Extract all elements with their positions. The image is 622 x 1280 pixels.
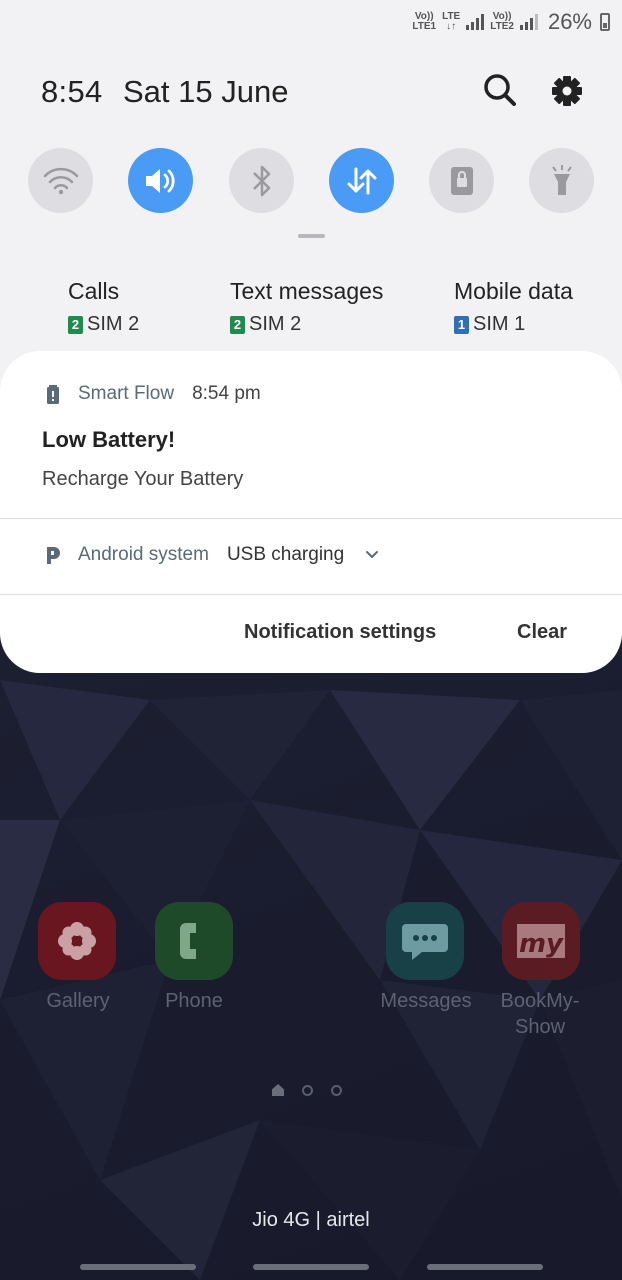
screen-lock-toggle[interactable] bbox=[429, 148, 494, 213]
signal-icon bbox=[466, 14, 485, 30]
speaker-icon bbox=[145, 168, 175, 193]
sim-calls-setting[interactable]: Calls 2 SIM 2 bbox=[68, 278, 139, 336]
clear-button[interactable]: Clear bbox=[517, 621, 567, 644]
app-label-bookmyshow: BookMy- Show bbox=[485, 988, 595, 1040]
notification-app-name: Android system bbox=[78, 544, 209, 565]
phone-app-icon[interactable] bbox=[155, 902, 233, 980]
page-dot[interactable] bbox=[302, 1084, 313, 1096]
app-label-bookmyshow-line2: Show bbox=[514, 1016, 566, 1038]
rotation-lock-icon bbox=[450, 166, 473, 195]
wifi-toggle[interactable] bbox=[28, 148, 93, 213]
flashlight-icon bbox=[551, 164, 572, 195]
carrier-label: Jio 4G | airtel bbox=[252, 1209, 370, 1231]
nav-home-bar[interactable] bbox=[253, 1264, 369, 1270]
gallery-app-icon[interactable] bbox=[38, 902, 116, 980]
sim-mobile-data-setting[interactable]: Mobile data 1 SIM 1 bbox=[454, 278, 573, 336]
sim-setting-value: SIM 2 bbox=[87, 313, 140, 335]
notification-body: Recharge Your Battery bbox=[42, 468, 244, 490]
lte-status: LTE ↓↑ bbox=[442, 12, 460, 32]
quick-toggles bbox=[28, 148, 598, 214]
clock: 8:54 bbox=[41, 74, 103, 109]
sim-setting-title: Calls bbox=[68, 278, 120, 304]
settings-button[interactable] bbox=[546, 70, 588, 112]
data-arrows-icon: ↓↑ bbox=[446, 21, 457, 32]
sim1-badge-icon: 1 bbox=[454, 315, 469, 334]
notification-time: 8:54 pm bbox=[192, 383, 261, 404]
flower-icon bbox=[58, 922, 96, 960]
app-label-gallery: Gallery bbox=[46, 990, 110, 1012]
notification-android-system[interactable]: Android system USB charging bbox=[0, 519, 622, 594]
home-page-dot[interactable] bbox=[272, 1084, 284, 1096]
sim-text-messages-setting[interactable]: Text messages 2 SIM 2 bbox=[230, 278, 383, 336]
svg-text:my: my bbox=[519, 929, 564, 959]
sim2-status: Vo)) LTE2 bbox=[490, 12, 514, 32]
app-label-messages: Messages bbox=[380, 990, 472, 1012]
handset-icon bbox=[180, 923, 196, 959]
messages-app-icon[interactable] bbox=[386, 902, 464, 980]
panel-expand-handle[interactable] bbox=[298, 234, 325, 238]
mobile-data-toggle[interactable] bbox=[329, 148, 394, 213]
signal-icon bbox=[519, 14, 538, 30]
notification-title: Low Battery! bbox=[42, 427, 176, 452]
status-bar: Vo)) LTE1 LTE ↓↑ Vo)) LTE2 26% bbox=[412, 8, 610, 36]
wifi-icon bbox=[43, 167, 78, 194]
bookmyshow-app-icon[interactable]: my bbox=[502, 902, 580, 980]
app-label-phone: Phone bbox=[165, 990, 223, 1012]
android-system-icon bbox=[47, 547, 60, 564]
sim-setting-title: Text messages bbox=[230, 278, 384, 304]
chat-bubble-icon bbox=[402, 924, 448, 960]
app-label-bookmyshow-line1: BookMy- bbox=[500, 990, 580, 1012]
notification-card: Smart Flow 8:54 pm Low Battery! Recharge… bbox=[0, 351, 622, 673]
notification-text: USB charging bbox=[226, 544, 345, 565]
notification-settings-button[interactable]: Notification settings bbox=[244, 621, 436, 644]
page-dot[interactable] bbox=[331, 1084, 342, 1096]
gear-icon bbox=[552, 76, 582, 106]
page-indicator bbox=[272, 1084, 342, 1096]
bluetooth-icon bbox=[252, 165, 270, 196]
battery-alert-icon bbox=[47, 385, 59, 404]
battery-icon bbox=[600, 13, 610, 31]
notification-smart-flow[interactable]: Smart Flow 8:54 pm Low Battery! Recharge… bbox=[0, 351, 622, 518]
date-label[interactable]: Sat 15 June bbox=[123, 74, 288, 110]
sim-setting-title: Mobile data bbox=[454, 278, 573, 304]
search-button[interactable] bbox=[480, 70, 520, 110]
bluetooth-toggle[interactable] bbox=[229, 148, 294, 213]
sound-toggle[interactable] bbox=[128, 148, 193, 213]
nav-recents-bar[interactable] bbox=[80, 1264, 196, 1270]
sim-setting-value: SIM 2 bbox=[249, 313, 302, 335]
notification-actions: Notification settings Clear bbox=[0, 595, 622, 673]
nav-back-bar[interactable] bbox=[427, 1264, 543, 1270]
search-icon bbox=[484, 74, 516, 106]
sim1-status: Vo)) LTE1 bbox=[412, 12, 436, 32]
chevron-down-icon[interactable] bbox=[364, 549, 380, 561]
battery-percent: 26% bbox=[547, 9, 592, 34]
sim-setting-value: SIM 1 bbox=[473, 313, 526, 335]
sim2-network-label: LTE2 bbox=[490, 21, 514, 32]
flashlight-toggle[interactable] bbox=[529, 148, 594, 213]
sim2-badge-icon: 2 bbox=[68, 315, 83, 334]
sim1-network-label: LTE1 bbox=[412, 21, 437, 32]
data-transfer-icon bbox=[347, 167, 376, 194]
notification-app-name: Smart Flow bbox=[78, 383, 175, 404]
sim2-badge-icon: 2 bbox=[230, 315, 245, 334]
bookmyshow-logo-icon: my bbox=[517, 924, 565, 959]
